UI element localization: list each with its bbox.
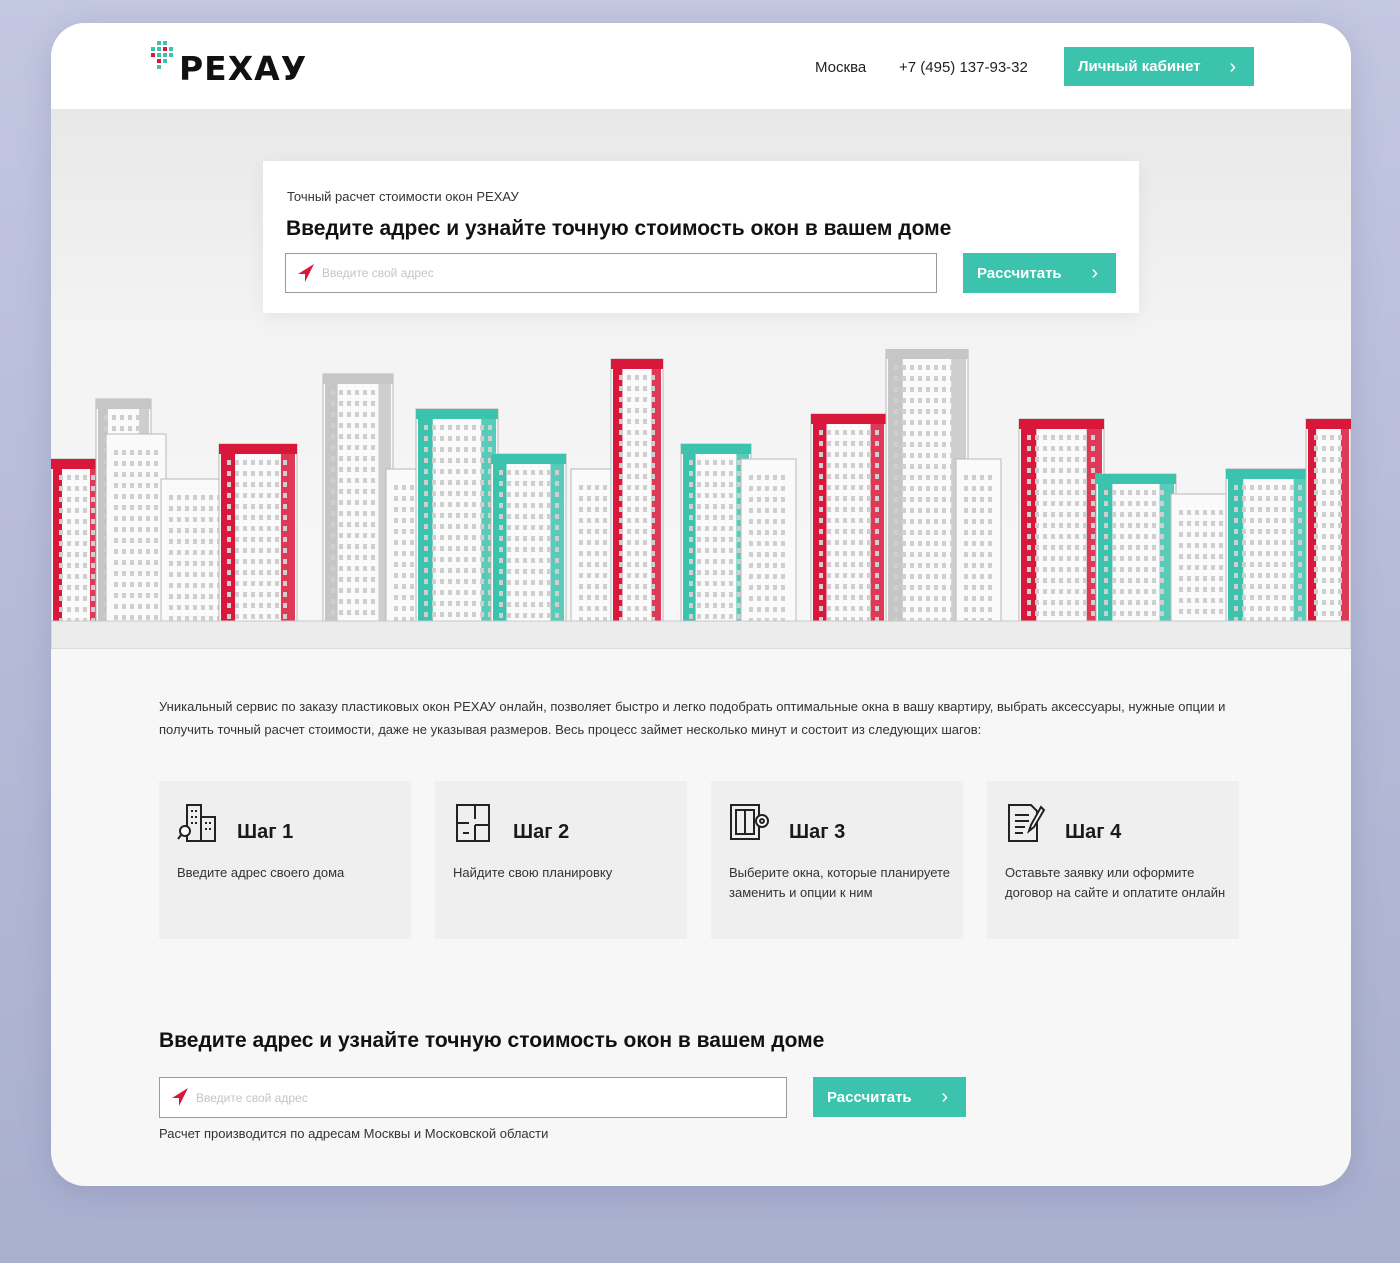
step-title: Шаг 1 [237,821,294,843]
account-button-label: Личный кабинет [1078,58,1201,75]
bottom-address-input[interactable] [196,1078,782,1117]
skyline-building [105,433,167,630]
window-settings-icon [730,804,769,840]
bottom-calc-button[interactable]: Рассчитать › [813,1077,966,1117]
hero-calc-card: Точный расчет стоимости окон РЕХАУ Введи… [263,161,1139,313]
skyline-building [1225,468,1312,630]
bottom-address-field[interactable] [159,1077,787,1118]
city-skyline-illustration [51,349,1351,649]
hero-address-input[interactable] [322,254,932,292]
skyline-building [1018,418,1105,630]
logo-text: РЕХАУ [179,49,308,88]
chevron-right-icon: › [1091,262,1098,284]
skyline-building [218,443,298,630]
hero-calc-button[interactable]: Рассчитать › [963,253,1116,293]
step-card-1: Шаг 1 Введите адрес своего дома [159,781,411,939]
skyline-building [610,358,664,630]
building-search-icon [177,804,216,842]
page-frame: РЕХАУ Москва +7 (495) 137-93-32 Личный к… [51,23,1351,1186]
document-pen-icon [1008,804,1046,842]
phone-number[interactable]: +7 (495) 137-93-32 [899,59,1028,76]
skyline-building [415,408,499,630]
skyline-building [490,453,567,630]
hero-title: Введите адрес и узнайте точную стоимость… [286,217,952,240]
step-text: Введите адрес своего дома [177,865,345,880]
step-text: Найдите свою планировку [453,865,613,880]
hero-calc-button-label: Рассчитать [977,264,1062,282]
floor-plan-icon [456,804,490,842]
step-card-2: Шаг 2 Найдите свою планировку [435,781,687,939]
step-card-4: Шаг 4 Оставьте заявку или оформите догов… [987,781,1239,939]
site-header: РЕХАУ Москва +7 (495) 137-93-32 Личный к… [51,23,1351,109]
skyline-building [810,413,887,630]
logo-mark-icon [151,41,173,69]
chevron-right-icon: › [1229,55,1236,78]
account-button[interactable]: Личный кабинет › [1064,47,1254,86]
step-text: Оставьте заявку или оформите договор на … [1005,865,1226,900]
skyline-building [322,373,394,630]
hero-address-field[interactable] [285,253,937,293]
skyline-building [51,458,102,630]
navigation-arrow-icon [172,1088,188,1106]
skyline-building [740,458,797,630]
skyline-building [1305,418,1351,630]
bottom-calc-button-label: Рассчитать [827,1088,912,1106]
hero-section: Точный расчет стоимости окон РЕХАУ Введи… [51,109,1351,649]
chevron-right-icon: › [941,1086,948,1108]
step-text: Выберите окна, которые планируете замени… [729,865,951,900]
city-selector[interactable]: Москва [815,59,866,76]
hero-subtitle: Точный расчет стоимости окон РЕХАУ [287,189,519,204]
navigation-arrow-icon [298,264,314,282]
bottom-title: Введите адрес и узнайте точную стоимость… [159,1029,825,1052]
step-card-3: Шаг 3 Выберите окна, которые планируете … [711,781,963,939]
step-title: Шаг 2 [513,821,570,843]
coverage-note: Расчет производится по адресам Москвы и … [159,1126,549,1141]
step-title: Шаг 3 [789,821,846,843]
service-description: Уникальный сервис по заказу пластиковых … [159,699,1226,737]
skyline-building [955,458,1002,630]
step-title: Шаг 4 [1065,821,1122,843]
skyline-ground [51,620,1351,649]
skyline-building [1095,473,1177,630]
logo[interactable]: РЕХАУ [149,41,306,91]
